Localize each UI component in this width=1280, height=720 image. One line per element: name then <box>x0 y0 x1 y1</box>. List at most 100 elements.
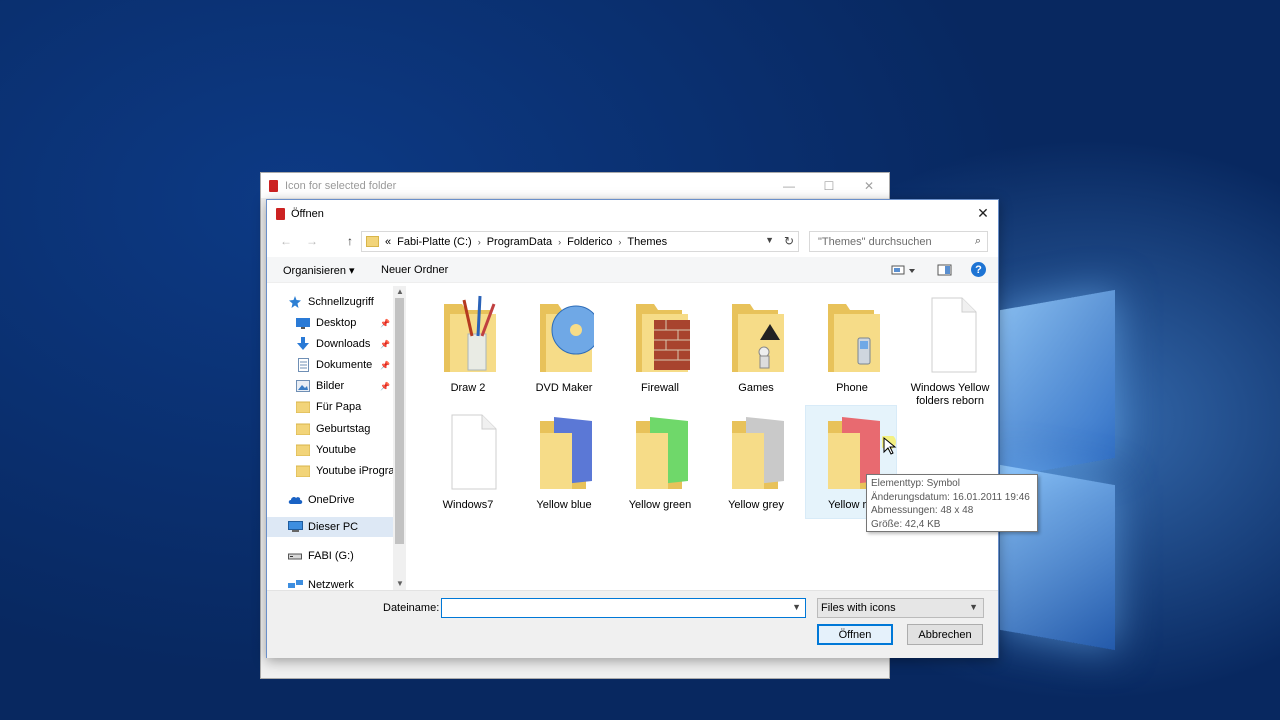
folder-draw-icon <box>444 295 496 372</box>
sidebar-item-documents[interactable]: Dokumente <box>295 355 372 375</box>
download-icon <box>295 337 311 351</box>
star-icon <box>287 295 303 309</box>
open-button[interactable]: Öffnen <box>817 624 893 645</box>
sidebar-item-geburtstag[interactable]: Geburtstag <box>295 419 370 439</box>
search-input[interactable]: "Themes" durchsuchen ⌕ <box>809 231 988 252</box>
file-name: Firewall <box>641 382 679 394</box>
sidebar-item-label: Youtube <box>316 444 356 456</box>
file-type-select[interactable]: Files with icons ▼ <box>817 598 984 618</box>
sidebar-item-pictures[interactable]: Bilder <box>295 376 344 396</box>
up-arrow-icon[interactable]: ↑ <box>341 233 359 249</box>
folder-icon <box>295 400 311 414</box>
preview-pane-icon[interactable] <box>937 264 953 279</box>
folder-grey-icon <box>732 417 784 489</box>
chevron-right-icon: › <box>618 236 622 247</box>
desktop-icon <box>295 316 311 330</box>
address-bar[interactable]: « Fabi-Platte (C:) › ProgramData › Folde… <box>361 231 799 252</box>
computer-icon <box>287 520 303 534</box>
search-icon[interactable]: ⌕ <box>975 235 981 248</box>
breadcrumb-item[interactable]: Fabi-Platte (C:) <box>397 236 472 248</box>
sidebar-item-fabi-drive[interactable]: FABI (G:) <box>287 546 354 566</box>
file-item[interactable]: DVD Maker <box>518 289 610 403</box>
breadcrumb-item[interactable]: Themes <box>627 236 667 248</box>
refresh-icon[interactable]: ↻ <box>784 234 794 248</box>
help-icon[interactable]: ? <box>971 262 986 277</box>
sidebar-item-onedrive[interactable]: OneDrive <box>287 490 354 510</box>
sidebar-item-fuer-papa[interactable]: Für Papa <box>295 397 361 417</box>
pin-icon: 📌 <box>380 361 390 370</box>
close-button[interactable]: ✕ <box>849 173 889 198</box>
sidebar-item-youtube-iprogra[interactable]: Youtube iProgra <box>295 461 395 481</box>
file-item[interactable]: Windows7 <box>422 406 514 520</box>
chevron-down-icon[interactable]: ▼ <box>969 602 978 612</box>
tooltip-size: Größe: 42,4 KB <box>871 518 941 530</box>
file-item[interactable]: Draw 2 <box>422 289 514 403</box>
sidebar-item-this-pc[interactable]: Dieser PC <box>267 517 393 537</box>
folder-firewall-icon <box>636 304 690 372</box>
sidebar-item-desktop[interactable]: Desktop <box>295 313 356 333</box>
folder-icon <box>295 464 311 478</box>
new-folder-button[interactable]: Neuer Ordner <box>381 264 448 276</box>
dialog-titlebar: Öffnen <box>267 200 998 227</box>
network-icon <box>287 578 303 590</box>
file-item[interactable]: Windows Yellow folders reborn <box>902 289 998 407</box>
file-item[interactable]: Games <box>710 289 802 403</box>
breadcrumb-item[interactable]: ProgramData <box>487 236 552 248</box>
filename-input[interactable]: ▼ <box>441 598 806 618</box>
forward-arrow-icon[interactable]: → <box>303 233 321 249</box>
address-row: ← → ↑ « Fabi-Platte (C:) › ProgramData ›… <box>267 229 998 253</box>
sidebar-item-label: Downloads <box>316 338 371 350</box>
file-item[interactable]: Yellow grey <box>710 406 802 520</box>
file-item[interactable]: Yellow blue <box>518 406 610 520</box>
sidebar-item-quick-access[interactable]: Schnellzugriff <box>287 292 374 312</box>
sidebar-item-label: Desktop <box>316 317 357 329</box>
cloud-icon <box>287 493 303 507</box>
sidebar-item-downloads[interactable]: Downloads <box>295 334 370 354</box>
file-name: DVD Maker <box>535 382 593 394</box>
drive-icon <box>287 549 303 563</box>
file-name: Yellow green <box>628 499 692 511</box>
navigation-pane: Schnellzugriff Desktop Downloads Dokumen… <box>267 286 405 590</box>
navigation-scrollbar[interactable]: ▲ ▼ <box>393 286 406 590</box>
sidebar-item-label: FABI (G:) <box>308 550 354 562</box>
file-item[interactable]: Phone <box>806 289 898 403</box>
breadcrumb-overflow[interactable]: « <box>385 236 391 248</box>
maximize-button[interactable]: ☐ <box>809 173 849 198</box>
background-window-title: Icon for selected folder <box>285 179 397 192</box>
sidebar-item-youtube[interactable]: Youtube <box>295 440 356 460</box>
file-item[interactable]: Firewall <box>614 289 706 403</box>
folder-icon <box>295 443 311 457</box>
sidebar-item-label: Netzwerk <box>308 579 354 590</box>
pin-icon: 📌 <box>380 340 390 349</box>
pin-icon: 📌 <box>380 382 390 391</box>
file-list: Draw 2 DVD Maker Firewall Games Phone Wi… <box>407 286 999 590</box>
file-name: Windows7 <box>442 499 494 511</box>
filename-label: Dateiname: <box>383 602 440 614</box>
folder-blue-icon <box>540 417 592 489</box>
scroll-up-icon[interactable]: ▲ <box>396 287 404 296</box>
file-item[interactable]: Yellow green <box>614 406 706 520</box>
folder-green-icon <box>636 417 688 489</box>
sidebar-item-network[interactable]: Netzwerk <box>287 575 354 590</box>
organize-button[interactable]: Organisieren ▾ <box>283 264 355 277</box>
blank-file-icon <box>931 297 977 373</box>
dialog-close-button[interactable]: ✕ <box>968 200 998 227</box>
chevron-right-icon: › <box>558 236 562 247</box>
blank-file-icon <box>451 414 497 490</box>
file-name: Games <box>738 382 774 394</box>
sidebar-item-label: OneDrive <box>308 494 355 506</box>
cancel-button[interactable]: Abbrechen <box>907 624 983 645</box>
tooltip-dimensions: Abmessungen: 48 x 48 <box>871 505 974 516</box>
breadcrumb-item[interactable]: Folderico <box>567 236 612 248</box>
back-arrow-icon[interactable]: ← <box>277 233 295 249</box>
windows-logo-pane <box>1000 289 1115 479</box>
file-name: Windows Yellow folders reborn <box>910 382 990 407</box>
folder-dvd-icon <box>540 304 594 372</box>
scroll-down-icon[interactable]: ▼ <box>396 579 404 588</box>
chevron-down-icon[interactable]: ▼ <box>765 235 774 245</box>
view-options-icon[interactable] <box>891 264 917 279</box>
folder-icon <box>366 236 379 247</box>
minimize-button[interactable]: — <box>769 173 809 198</box>
chevron-down-icon[interactable]: ▼ <box>792 602 801 612</box>
scrollbar-thumb[interactable] <box>395 298 404 544</box>
